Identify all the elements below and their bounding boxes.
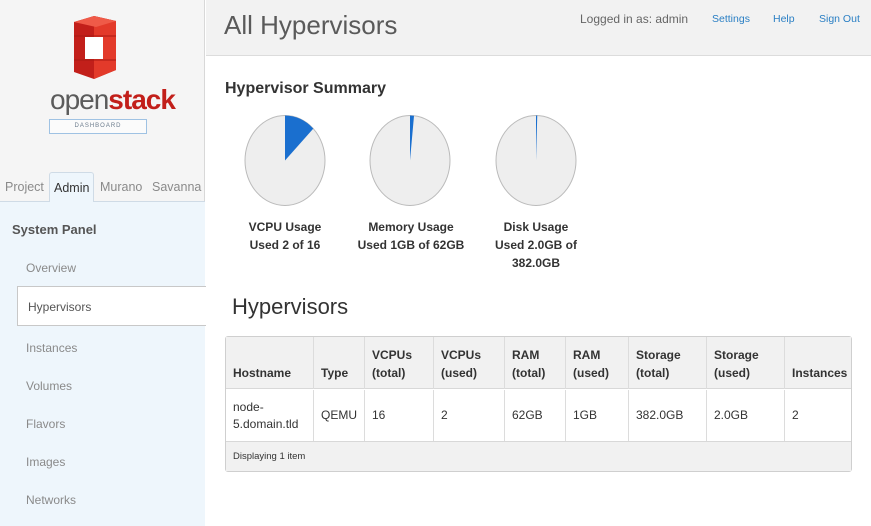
cell-vcpus-total: 16 (364, 390, 433, 441)
col-storage-used[interactable]: Storage (used) (706, 337, 784, 389)
logo-subtitle: DASHBOARD (49, 119, 147, 134)
cell-storage-total: 382.0GB (628, 390, 706, 441)
system-panel: System Panel Overview Hypervisors Instan… (0, 202, 206, 526)
sidebar: openstack DASHBOARD Project Admin Murano… (0, 0, 206, 526)
sidebar-item-hypervisors[interactable]: Hypervisors (17, 286, 206, 326)
col-instances[interactable]: Instances (784, 337, 851, 389)
page-title: All Hypervisors (224, 10, 398, 40)
hypervisors-table: Hostname Type VCPUs (total) VCPUs (used) R… (225, 336, 852, 472)
col-storage-total[interactable]: Storage (total) (628, 337, 706, 389)
dashboard-tabs: Project Admin Murano Savanna (0, 168, 205, 203)
logo[interactable]: openstack DASHBOARD (0, 0, 205, 168)
col-ram-total[interactable]: RAM (total) (504, 337, 565, 389)
panel-title: System Panel (12, 222, 97, 237)
cell-hostname: node- 5.domain.tld (233, 399, 299, 431)
col-hostname[interactable]: Hostname (226, 337, 313, 389)
cell-type: QEMU (313, 390, 364, 441)
cell-instances: 2 (784, 390, 851, 441)
table-footer: Displaying 1 item (226, 441, 851, 471)
cell-storage-used: 2.0GB (706, 390, 784, 441)
tab-murano[interactable]: Murano (100, 172, 142, 203)
vcpu-usage-value: Used 2 of 16 (249, 238, 321, 252)
vcpu-pie-chart (244, 115, 326, 206)
table-header: Hostname Type VCPUs (total) VCPUs (used) R… (226, 337, 851, 389)
cell-ram-total: 62GB (504, 390, 565, 441)
disk-pie-chart (495, 115, 577, 206)
memory-usage-label: Memory Usage (368, 220, 454, 234)
tab-admin[interactable]: Admin (49, 172, 95, 203)
openstack-logo-icon (74, 16, 116, 79)
help-link[interactable]: Help (773, 13, 795, 25)
tab-savanna[interactable]: Savanna (152, 172, 201, 203)
sidebar-item-overview[interactable]: Overview (26, 261, 76, 275)
sidebar-item-volumes[interactable]: Volumes (26, 379, 72, 393)
summary-title: Hypervisor Summary (225, 80, 386, 97)
sidebar-item-networks[interactable]: Networks (26, 493, 76, 507)
page-header: All Hypervisors Logged in as: admin Sett… (206, 0, 871, 56)
tab-project[interactable]: Project (5, 172, 44, 203)
logo-wordmark: openstack (50, 84, 176, 115)
cell-ram-used: 1GB (565, 390, 628, 441)
hypervisors-title: Hypervisors (232, 294, 349, 319)
sidebar-item-instances[interactable]: Instances (26, 341, 77, 355)
col-vcpus-total[interactable]: VCPUs (total) (364, 337, 433, 389)
memory-usage-value: Used 1GB of 62GB (357, 238, 465, 252)
disk-usage-total: 382.0GB (511, 256, 561, 270)
col-type[interactable]: Type (313, 337, 364, 389)
col-vcpus-used[interactable]: VCPUs (used) (433, 337, 504, 389)
col-ram-used[interactable]: RAM (used) (565, 337, 628, 389)
memory-pie-chart (369, 115, 451, 206)
disk-usage-value: Used 2.0GB of (494, 238, 578, 252)
vcpu-usage-label: VCPU Usage (248, 220, 322, 234)
disk-usage-label: Disk Usage (503, 220, 569, 234)
sign-out-link[interactable]: Sign Out (819, 13, 860, 25)
sidebar-item-flavors[interactable]: Flavors (26, 417, 65, 431)
settings-link[interactable]: Settings (712, 13, 750, 25)
sidebar-item-images[interactable]: Images (26, 455, 65, 469)
sidebar-item-label: Hypervisors (28, 300, 92, 314)
cell-vcpus-used: 2 (433, 390, 504, 441)
logged-in-user: Logged in as: admin (580, 12, 689, 26)
